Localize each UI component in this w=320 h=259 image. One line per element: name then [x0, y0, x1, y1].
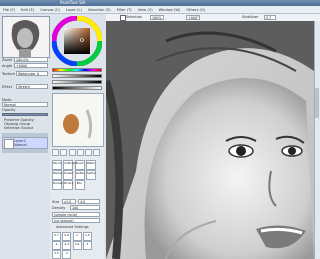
menu-file[interactable]: File (F) — [3, 6, 15, 13]
size-preset[interactable]: 3 — [82, 241, 92, 250]
menu-canvas[interactable]: Canvas (C) — [40, 6, 60, 13]
size-preset[interactable]: 3.5 — [52, 250, 61, 259]
size-preset[interactable]: 2 — [52, 241, 61, 250]
opacity-slider[interactable] — [52, 86, 102, 90]
rotate-tool[interactable] — [93, 149, 101, 156]
menu-view[interactable]: View (V) — [138, 6, 153, 13]
size-preset[interactable]: 1 — [72, 232, 82, 241]
hand-tool[interactable] — [76, 149, 84, 156]
lasso-tool[interactable] — [60, 149, 68, 156]
brush-texture-select[interactable]: (no texture) — [52, 218, 100, 223]
select-tool[interactable] — [52, 149, 59, 156]
layer-mode: Normal — [14, 143, 27, 147]
value-slider[interactable] — [52, 80, 102, 84]
brush-brush[interactable]: Brush — [74, 160, 85, 170]
canvas-artwork — [106, 21, 314, 259]
vertical-scroll-thumb[interactable] — [315, 88, 319, 118]
menu-bar: File (F) Edit (E) Canvas (C) Layer (L) S… — [0, 6, 320, 14]
size-preset[interactable]: 2.6 — [72, 241, 82, 250]
navigator-preview[interactable] — [2, 16, 50, 58]
size-preset[interactable]: 4 — [62, 250, 72, 259]
brush-selpen[interactable]: SelPen — [74, 170, 85, 180]
vertical-scrollbar[interactable] — [314, 21, 320, 259]
layer-opacity-bar[interactable] — [2, 113, 48, 116]
nav-angle-field[interactable]: +0000 — [14, 63, 48, 68]
brush-bucket[interactable]: Bucket — [52, 180, 63, 190]
nav-zoom-label: Zoom — [2, 58, 13, 62]
menu-others[interactable]: Others (O) — [186, 6, 205, 13]
size-preset[interactable]: 0.8 — [62, 232, 72, 241]
texture-select[interactable]: Watercolor A — [16, 71, 48, 76]
blend-mode-select[interactable]: Normal — [2, 102, 48, 107]
brush-tool-grid: Pencil AirBrush Brush Water Marker Erase… — [52, 160, 102, 190]
zoom-tool[interactable] — [85, 149, 93, 156]
zoom-select[interactable]: 100% — [150, 15, 164, 20]
brush-marker[interactable]: Marker — [52, 170, 63, 180]
angle-select[interactable]: +000° — [186, 15, 200, 20]
advanced-settings-toggle[interactable]: Advanced Settings — [56, 225, 89, 229]
brush-water[interactable]: Water — [85, 160, 96, 170]
hue-slider[interactable] — [52, 68, 102, 72]
size-multiplier[interactable]: x1.0 — [62, 199, 76, 204]
effect-select[interactable]: Stretch — [16, 84, 48, 89]
brush-pencil[interactable]: Pencil — [52, 160, 62, 170]
magic-wand-tool[interactable] — [68, 149, 76, 156]
size-preset[interactable]: 0.7 — [52, 232, 61, 241]
drawing-canvas[interactable] — [106, 21, 314, 259]
density-value[interactable]: 100 — [70, 205, 100, 210]
selection-label: Selection — [126, 15, 143, 19]
brush-shape-select[interactable]: (simple circle) — [52, 212, 100, 217]
density-label: Density — [52, 206, 66, 210]
selection-tools — [52, 149, 101, 157]
brush-binary[interactable]: Binary — [63, 180, 74, 190]
color-wheel-graphic — [51, 15, 103, 67]
size-label: Size — [52, 200, 60, 204]
brush-airbrush[interactable]: AirBrush — [63, 160, 76, 170]
navigator-thumbnail — [3, 17, 49, 57]
opacity-label: Opacity — [2, 108, 16, 112]
brush-selers[interactable]: SelErs — [85, 170, 96, 180]
size-value[interactable]: 4.0 — [78, 199, 100, 204]
menu-filter[interactable]: Filter (T) — [117, 6, 132, 13]
stabilizer-select[interactable]: S-7 — [264, 15, 276, 20]
stabilizer-label: Stabilizer — [242, 15, 259, 19]
size-preset[interactable]: 1.5 — [82, 232, 92, 241]
menu-layer[interactable]: Layer (L) — [66, 6, 82, 13]
effect-label: Effect — [2, 85, 13, 89]
scratchpad-strokes — [63, 109, 93, 139]
brush-blur[interactable]: Blur — [74, 180, 85, 190]
nav-zoom-field[interactable]: 200.0% — [14, 57, 48, 62]
layer-row[interactable]: Layer1 Normal — [2, 137, 48, 149]
brush-size-presets: 0.7 0.8 1 1.5 2 2.3 2.6 3 3.5 4 — [52, 232, 102, 259]
scratchpad[interactable] — [52, 93, 104, 147]
layer-thumbnail — [4, 139, 14, 149]
brush-eraser[interactable]: Eraser — [63, 170, 74, 180]
size-preset[interactable]: 2.3 — [62, 241, 72, 250]
menu-edit[interactable]: Edit (E) — [21, 6, 34, 13]
color-wheel[interactable] — [51, 15, 103, 67]
menu-selection[interactable]: Selection (S) — [88, 6, 111, 13]
texture-label: Texture — [2, 72, 15, 76]
option-selection-source[interactable]: Selection Source — [4, 126, 33, 130]
saturation-slider[interactable] — [52, 74, 102, 78]
menu-window[interactable]: Window (W) — [159, 6, 181, 13]
nav-angle-label: Angle — [2, 64, 12, 68]
